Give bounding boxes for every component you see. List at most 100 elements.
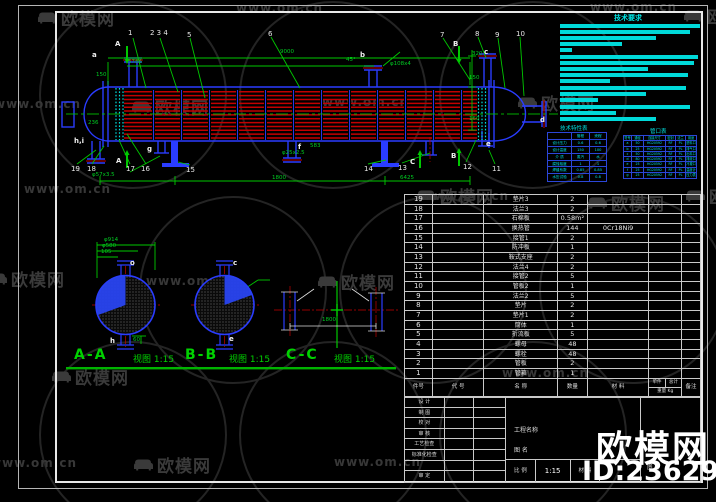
part-name: 防冲板 — [484, 243, 558, 253]
part-material — [588, 262, 650, 272]
note-line — [560, 105, 690, 109]
part-code — [433, 262, 485, 272]
part-qty: 1 — [558, 369, 588, 378]
section-letter: B — [451, 152, 457, 160]
parts-list-row: 9 法兰2 5 — [405, 291, 700, 302]
spec-table: 管程 壳程 设计压力 0.6 0.6 设计温度 150 100 介 质蒸汽水 腐蚀裕度 1 1… — [547, 132, 607, 183]
part-weight — [649, 291, 683, 301]
item-number: 2 3 4 — [150, 29, 168, 37]
part-name: 接管2 — [484, 272, 558, 282]
part-material — [588, 291, 650, 301]
note-line — [560, 48, 572, 52]
tech-requirements-title: 技术要求 — [614, 14, 642, 22]
project-name-label: 工程名称 — [514, 427, 539, 434]
part-note — [682, 253, 700, 262]
part-material — [588, 204, 650, 214]
part-weight — [649, 214, 683, 224]
part-number: 13 — [405, 253, 433, 262]
part-qty: 2 — [558, 311, 588, 320]
spec-table-row: 设计压力 0.6 0.6 — [548, 139, 606, 147]
part-name: 螺母 — [484, 340, 558, 349]
part-material — [588, 369, 650, 378]
part-note — [682, 234, 700, 243]
part-note — [682, 311, 700, 320]
section-a-title: A-A — [74, 347, 108, 363]
part-material — [588, 301, 650, 311]
note-line — [560, 92, 646, 96]
part-weight — [649, 253, 683, 262]
dimension-text: 9000 — [280, 49, 294, 55]
note-line — [560, 73, 688, 77]
parts-list-row: 10 管板2 1 — [405, 282, 700, 292]
part-weight — [649, 224, 683, 233]
part-material — [588, 243, 650, 253]
part-number: 7 — [405, 311, 433, 320]
section-a-view — [95, 260, 156, 350]
nozzle-letter: c — [233, 259, 238, 267]
nozzle-letter: h,i — [74, 137, 85, 145]
parts-list-table: 19 垫片3 2 18 法兰3 2 17 石棉板 0.58m² 16 换热管 1… — [404, 194, 701, 398]
item-number: 5 — [187, 31, 192, 39]
part-qty: 2 — [558, 262, 588, 272]
header-note: 备注 — [685, 383, 697, 390]
parts-list-row: 15 接管1 2 — [405, 233, 700, 244]
part-qty: 5 — [558, 291, 588, 301]
dimension-text: 45° — [346, 57, 356, 63]
note-line — [560, 42, 622, 46]
parts-list-row: 14 防冲板 1 — [405, 243, 700, 254]
part-code — [433, 291, 485, 301]
part-note — [682, 340, 700, 349]
part-weight — [649, 369, 683, 378]
dimension-text: 5786 — [128, 59, 142, 65]
part-weight — [649, 311, 683, 320]
parts-list-row: 18 法兰3 2 — [405, 204, 700, 215]
part-name: 筒体 — [484, 320, 558, 330]
part-code — [433, 195, 485, 204]
signature-label: 设 计 — [405, 397, 445, 407]
part-material — [588, 214, 650, 224]
part-qty: 2 — [558, 204, 588, 214]
note-line — [560, 55, 698, 59]
signature-row: 工艺检查 — [405, 439, 505, 450]
part-code — [433, 340, 485, 349]
parts-list-header: 件号 代 号 名 称 数量 材 料 单件 总计 重量 Kg 备注 — [405, 378, 700, 397]
item-number: 9 — [495, 31, 500, 39]
dimension-text: 6425 — [400, 175, 414, 181]
part-code — [433, 349, 485, 359]
part-code — [433, 282, 485, 291]
part-name: 管箱 — [484, 369, 558, 378]
part-number: 4 — [405, 340, 433, 349]
part-weight — [649, 301, 683, 311]
signature-label: 制 图 — [405, 407, 445, 418]
nozzle-letter: g — [147, 145, 153, 153]
cad-drawing-screenshot: 欧模网 欧模网 欧模网 欧模网 欧模网 欧模网 欧模网 www.om.cn ww… — [0, 0, 716, 502]
part-qty: 2 — [558, 253, 588, 262]
parts-list-row: 16 换热管 144 0Cr18Ni9 — [405, 224, 700, 234]
dimension-text: 1800 — [322, 317, 336, 323]
part-code — [433, 224, 485, 233]
part-name: 管板 — [484, 359, 558, 369]
signature-grid: 设 计 制 图 校 对 审 核 工艺检查 标准化检查 审 定 — [405, 397, 506, 482]
nozzle-letter: d — [540, 116, 546, 124]
part-qty: 5 — [558, 330, 588, 340]
part-number: 1 — [405, 369, 433, 378]
signature-row — [405, 460, 505, 472]
part-qty: 2 — [558, 195, 588, 204]
part-code — [433, 311, 485, 320]
section-c-title: C-C — [286, 347, 319, 363]
dimension-text: φ25x2.5 — [282, 150, 305, 156]
part-qty: 48 — [558, 349, 588, 359]
part-code — [433, 204, 485, 214]
item-number: 10 — [516, 30, 525, 38]
part-weight — [649, 349, 683, 359]
item-number: 12 — [463, 163, 472, 171]
note-line — [560, 111, 616, 115]
nozzle-letter: e — [486, 140, 491, 148]
parts-list-row: 8 垫片 2 — [405, 301, 700, 312]
part-number: 10 — [405, 282, 433, 291]
part-number: 12 — [405, 262, 433, 272]
spec-table-row: 焊缝系数 0.85 0.85 — [548, 167, 606, 175]
part-weight — [649, 262, 683, 272]
nozzle-letter: e — [229, 335, 234, 343]
part-name: 鞍式支座 — [484, 253, 558, 262]
